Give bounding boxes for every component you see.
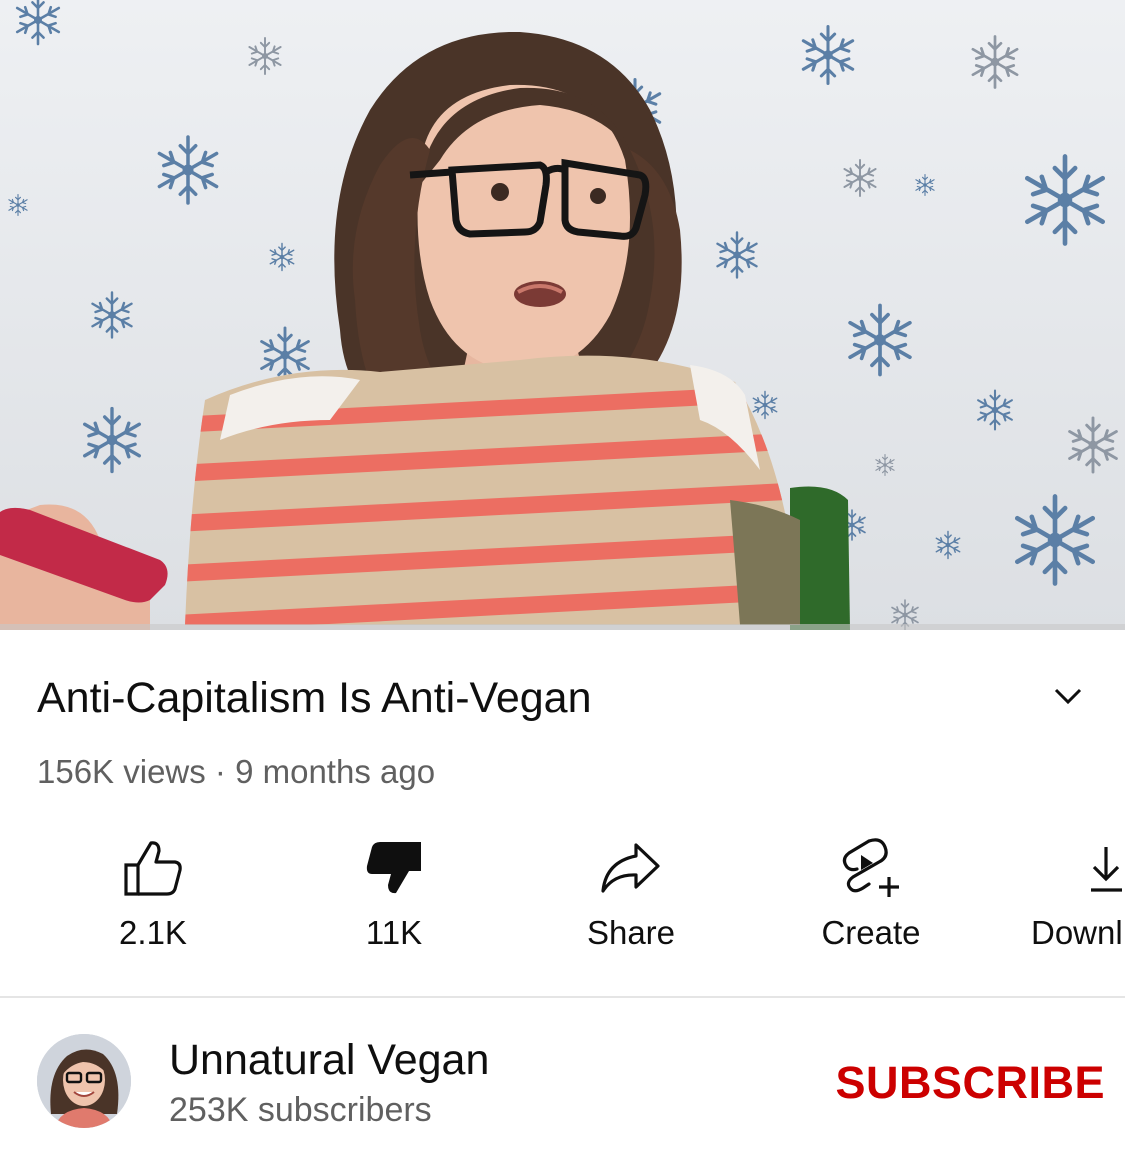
avatar-image	[37, 1034, 131, 1128]
video-player[interactable]	[0, 0, 1125, 630]
video-frame	[0, 0, 1125, 630]
share-label: Share	[586, 914, 676, 951]
download-label: Downl	[1031, 914, 1123, 951]
channel-avatar[interactable]	[37, 1034, 131, 1128]
chevron-down-icon	[1054, 688, 1082, 705]
create-label: Create	[821, 914, 921, 951]
subscriber-count: 253K subscribers	[169, 1091, 432, 1129]
video-meta: 156K views · 9 months ago	[37, 753, 436, 790]
like-button[interactable]: 2.1K	[43, 835, 263, 965]
download-icon	[1091, 847, 1122, 892]
channel-name[interactable]: Unnatural Vegan	[169, 1036, 489, 1084]
subscribe-button[interactable]: SUBSCRIBE	[820, 1050, 1105, 1116]
like-count: 2.1K	[119, 914, 187, 951]
share-icon	[601, 843, 660, 893]
expand-description-button[interactable]	[1046, 676, 1090, 716]
section-divider	[0, 996, 1125, 998]
thumbs-down-icon	[366, 842, 421, 894]
create-icon	[842, 838, 899, 897]
thumbs-up-icon	[124, 841, 182, 896]
create-button[interactable]: Create	[761, 835, 981, 965]
video-progress-bar[interactable]	[0, 624, 1125, 630]
video-title: Anti-Capitalism Is Anti-Vegan	[37, 674, 592, 722]
share-button[interactable]: Share	[521, 835, 741, 965]
dislike-button[interactable]: 11K	[284, 835, 504, 965]
download-button[interactable]: Downl	[1000, 835, 1125, 965]
dislike-count: 11K	[365, 914, 423, 951]
